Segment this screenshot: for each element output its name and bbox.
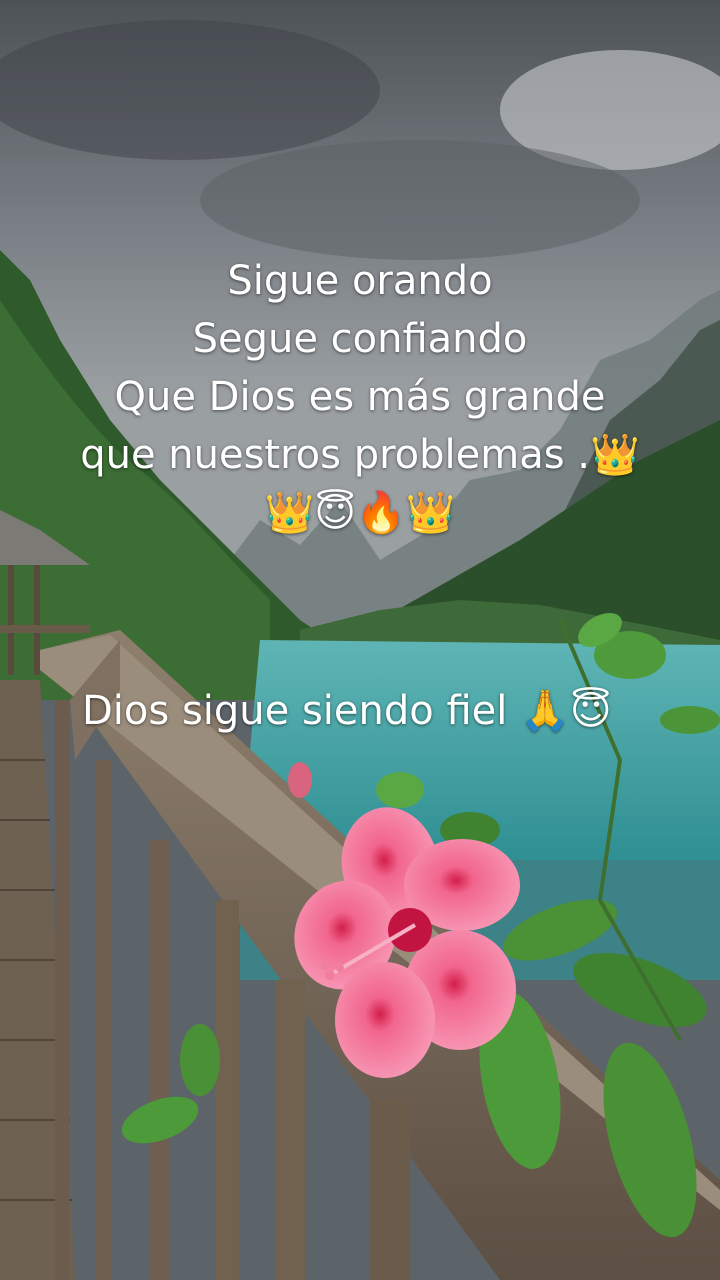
caption-subtitle: Dios sigue siendo fiel 🙏😇: [82, 688, 612, 734]
caption-line: Que Dios es más grande: [114, 374, 606, 420]
caption-line: Sigue orando: [227, 258, 493, 304]
caption-emoji-line: 👑😇🔥👑: [264, 490, 456, 536]
caption-line: Segue confiando: [192, 316, 528, 362]
caption-main: Sigue orando Segue confiando Que Dios es…: [0, 252, 720, 542]
video-frame: Sigue orando Segue confiando Que Dios es…: [0, 0, 720, 1280]
landscape-background: [0, 0, 720, 1280]
caption-line: que nuestros problemas .👑: [80, 432, 640, 478]
